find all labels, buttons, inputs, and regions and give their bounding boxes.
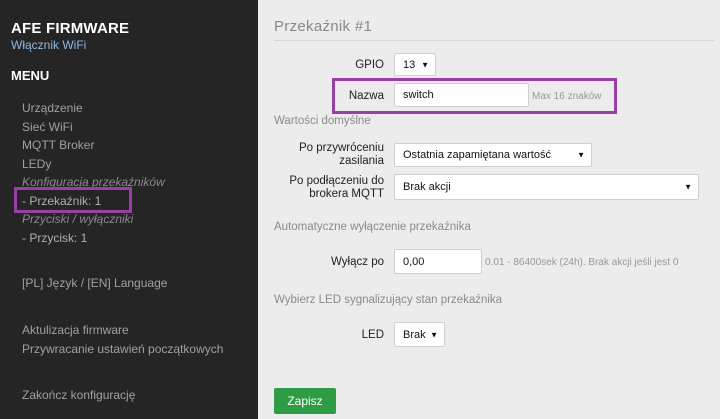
nav-item-button-1[interactable]: - Przycisk: 1 xyxy=(22,231,87,245)
led-select[interactable]: Brak ▼ xyxy=(394,322,445,347)
power-restore-label-line2: zasilania xyxy=(339,155,384,167)
sidebar: AFE FIRMWARE Włącznik WiFi MENU Urządzen… xyxy=(0,0,258,419)
auto-off-heading: Automatyczne wyłączenie przekaźnika xyxy=(274,221,471,233)
led-label: LED xyxy=(361,329,384,341)
nav-item-mqtt-broker[interactable]: MQTT Broker xyxy=(22,138,94,152)
power-restore-select[interactable]: Ostatnia zapamiętana wartość ▼ xyxy=(394,143,592,167)
chevron-down-icon: ▼ xyxy=(684,182,692,192)
off-after-value: 0,00 xyxy=(403,255,425,268)
mqtt-connect-label-line2: brokera MQTT xyxy=(309,188,384,200)
mqtt-connect-value: Brak akcji xyxy=(403,181,451,193)
power-restore-value: Ostatnia zapamiętana wartość xyxy=(403,149,551,161)
nav-item-language[interactable]: [PL] Język / [EN] Language xyxy=(22,276,167,290)
chevron-down-icon: ▼ xyxy=(421,60,429,69)
mqtt-connect-label: Po podłączeniu do brokera MQTT xyxy=(278,175,384,201)
power-restore-label-line1: Po przywróceniu xyxy=(298,142,384,154)
mqtt-connect-label-line1: Po podłączeniu do xyxy=(289,175,384,187)
brand-title: AFE FIRMWARE xyxy=(11,20,130,37)
save-button[interactable]: Zapisz xyxy=(274,388,336,414)
title-divider xyxy=(274,40,714,41)
defaults-heading: Wartości domyślne xyxy=(274,115,371,127)
nav-category-buttons: Przyciski / wyłączniki xyxy=(22,212,134,226)
menu-heading: MENU xyxy=(11,68,50,83)
main-content: Przekaźnik #1 GPIO 13 ▼ Nazwa switch Max… xyxy=(258,0,720,419)
brand-subtitle: Włącznik WiFi xyxy=(11,38,87,52)
nav-item-wifi[interactable]: Sieć WiFi xyxy=(22,120,73,134)
chevron-down-icon: ▼ xyxy=(577,150,585,160)
nav-item-finish-config[interactable]: Zakończ konfigurację xyxy=(22,388,135,402)
nav-item-device[interactable]: Urządzenie xyxy=(22,101,83,115)
mqtt-connect-select[interactable]: Brak akcji ▼ xyxy=(394,174,699,200)
led-select-value: Brak xyxy=(403,328,426,341)
gpio-select[interactable]: 13 ▼ xyxy=(394,53,436,76)
page-title: Przekaźnik #1 xyxy=(274,18,373,35)
highlight-box-name-row xyxy=(332,78,617,114)
off-after-input[interactable]: 0,00 xyxy=(394,249,482,274)
chevron-down-icon: ▼ xyxy=(430,330,438,339)
nav-item-firmware-update[interactable]: Aktulizacja firmware xyxy=(22,323,129,337)
nav-item-leds[interactable]: LEDy xyxy=(22,157,51,171)
highlight-box-relay-nav xyxy=(14,187,132,213)
led-heading: Wybierz LED sygnalizujący stan przekaźni… xyxy=(274,294,503,306)
gpio-select-value: 13 xyxy=(403,58,416,71)
off-after-hint: 0.01 - 86400sek (24h). Brak akcji jeśli … xyxy=(485,257,679,268)
power-restore-label: Po przywróceniu zasilania xyxy=(278,142,384,168)
nav-item-factory-reset[interactable]: Przywracanie ustawień początkowych xyxy=(22,342,223,356)
gpio-label: GPIO xyxy=(355,59,384,71)
off-after-label: Wyłącz po xyxy=(331,256,384,268)
